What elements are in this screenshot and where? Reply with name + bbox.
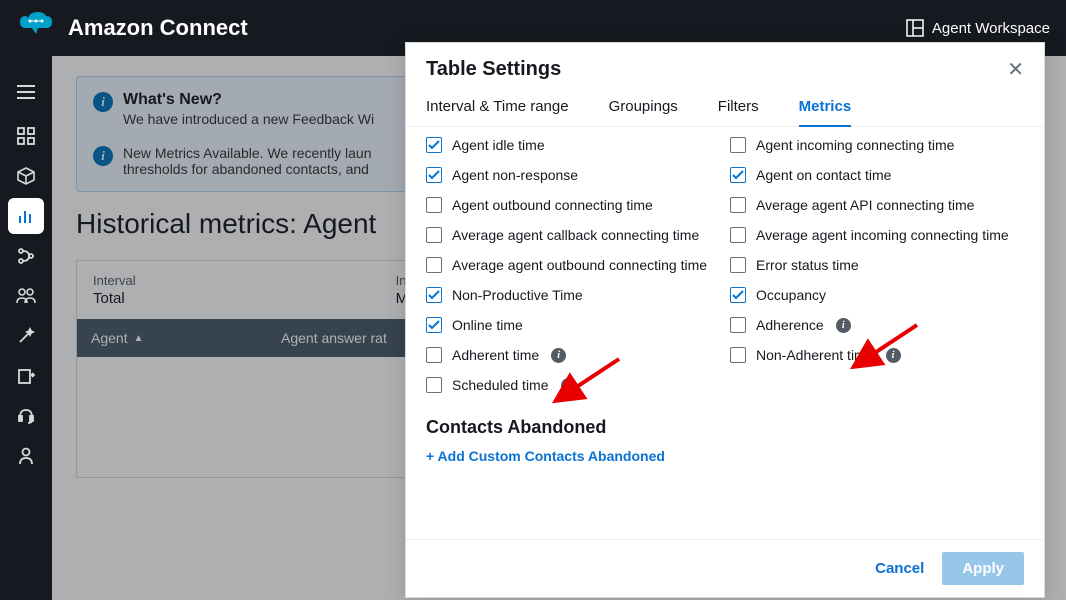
metric-left-5: Non-Productive Time: [426, 287, 720, 303]
checkbox[interactable]: [730, 287, 746, 303]
metric-right-0: Agent incoming connecting time: [730, 137, 1024, 153]
metric-label: Agent non-response: [452, 167, 578, 183]
app-title: Amazon Connect: [68, 15, 248, 41]
metric-right-4: Error status time: [730, 257, 1024, 273]
metrics-grid: Agent idle time Agent incoming connecting…: [426, 133, 1024, 393]
checkbox[interactable]: [426, 227, 442, 243]
tab-filters[interactable]: Filters: [718, 98, 759, 126]
checkbox[interactable]: [426, 197, 442, 213]
metric-label: Average agent outbound connecting time: [452, 257, 707, 273]
logo-icon: [16, 10, 56, 46]
cancel-button[interactable]: Cancel: [875, 560, 924, 577]
checkbox[interactable]: [426, 167, 442, 183]
headset-icon[interactable]: [8, 398, 44, 434]
tab-metrics[interactable]: Metrics: [799, 98, 852, 127]
metric-label: Non-Productive Time: [452, 287, 583, 303]
metric-label: Adherent time: [452, 347, 539, 363]
metric-left-7: Adherent time i: [426, 347, 720, 363]
workspace-label: Agent Workspace: [932, 20, 1050, 37]
checkbox[interactable]: [426, 377, 442, 393]
metric-left-2: Agent outbound connecting time: [426, 197, 720, 213]
metric-left-4: Average agent outbound connecting time: [426, 257, 720, 273]
metric-label: Average agent callback connecting time: [452, 227, 699, 243]
metric-label: Agent outbound connecting time: [452, 197, 653, 213]
metric-left-3: Average agent callback connecting time: [426, 227, 720, 243]
sidebar: [0, 56, 52, 600]
checkbox[interactable]: [730, 317, 746, 333]
checkbox[interactable]: [730, 257, 746, 273]
agent-workspace-link[interactable]: Agent Workspace: [906, 19, 1050, 37]
info-icon[interactable]: i: [836, 318, 851, 333]
checkbox[interactable]: [730, 227, 746, 243]
metric-label: Agent on contact time: [756, 167, 891, 183]
dashboard-icon[interactable]: [8, 118, 44, 154]
checkbox[interactable]: [426, 347, 442, 363]
metric-label: Scheduled time: [452, 377, 549, 393]
metrics-body: Agent idle time Agent incoming connecting…: [406, 127, 1044, 539]
metric-right-1: Agent on contact time: [730, 167, 1024, 183]
metric-left-8: Scheduled time i: [426, 377, 720, 393]
metric-label: Occupancy: [756, 287, 826, 303]
checkbox[interactable]: [426, 137, 442, 153]
checkbox[interactable]: [426, 257, 442, 273]
metric-label: Agent incoming connecting time: [756, 137, 954, 153]
person-icon[interactable]: [8, 438, 44, 474]
metric-left-1: Agent non-response: [426, 167, 720, 183]
checkbox[interactable]: [730, 167, 746, 183]
modal-tabs: Interval & Time range Groupings Filters …: [406, 88, 1044, 127]
metric-label: Adherence: [756, 317, 824, 333]
tab-interval[interactable]: Interval & Time range: [426, 98, 569, 126]
topbar-left: Amazon Connect: [16, 10, 248, 46]
info-icon[interactable]: i: [551, 348, 566, 363]
metric-right-5: Occupancy: [730, 287, 1024, 303]
metric-label: Agent idle time: [452, 137, 545, 153]
hamburger-icon[interactable]: [8, 74, 44, 110]
checkbox[interactable]: [730, 137, 746, 153]
metric-right-6: Adherence i: [730, 317, 1024, 333]
export-icon[interactable]: [8, 358, 44, 394]
metric-label: Average agent incoming connecting time: [756, 227, 1009, 243]
workspace-icon: [906, 19, 924, 37]
modal-title: Table Settings: [426, 58, 561, 81]
metric-label: Non-Adherent time: [756, 347, 874, 363]
metric-label: Online time: [452, 317, 523, 333]
metric-right-2: Average agent API connecting time: [730, 197, 1024, 213]
info-icon[interactable]: i: [561, 378, 576, 393]
close-icon[interactable]: ✕: [1007, 57, 1024, 82]
contacts-abandoned-title: Contacts Abandoned: [426, 417, 1024, 438]
users-icon[interactable]: [8, 278, 44, 314]
cube-icon[interactable]: [8, 158, 44, 194]
metric-label: Error status time: [756, 257, 859, 273]
branch-icon[interactable]: [8, 238, 44, 274]
metric-left-6: Online time: [426, 317, 720, 333]
checkbox[interactable]: [426, 317, 442, 333]
table-settings-modal: Table Settings ✕ Interval & Time range G…: [405, 42, 1045, 598]
checkbox[interactable]: [730, 347, 746, 363]
info-icon[interactable]: i: [886, 348, 901, 363]
tab-groupings[interactable]: Groupings: [609, 98, 678, 126]
add-custom-link[interactable]: + Add Custom Contacts Abandoned: [426, 448, 1024, 464]
metric-label: Average agent API connecting time: [756, 197, 974, 213]
modal-header: Table Settings ✕: [406, 43, 1044, 88]
modal-footer: Cancel Apply: [406, 539, 1044, 597]
metrics-icon[interactable]: [8, 198, 44, 234]
apply-button[interactable]: Apply: [942, 552, 1024, 585]
wand-icon[interactable]: [8, 318, 44, 354]
checkbox[interactable]: [730, 197, 746, 213]
metric-right-3: Average agent incoming connecting time: [730, 227, 1024, 243]
metric-right-7: Non-Adherent time i: [730, 347, 1024, 363]
checkbox[interactable]: [426, 287, 442, 303]
metric-left-0: Agent idle time: [426, 137, 720, 153]
